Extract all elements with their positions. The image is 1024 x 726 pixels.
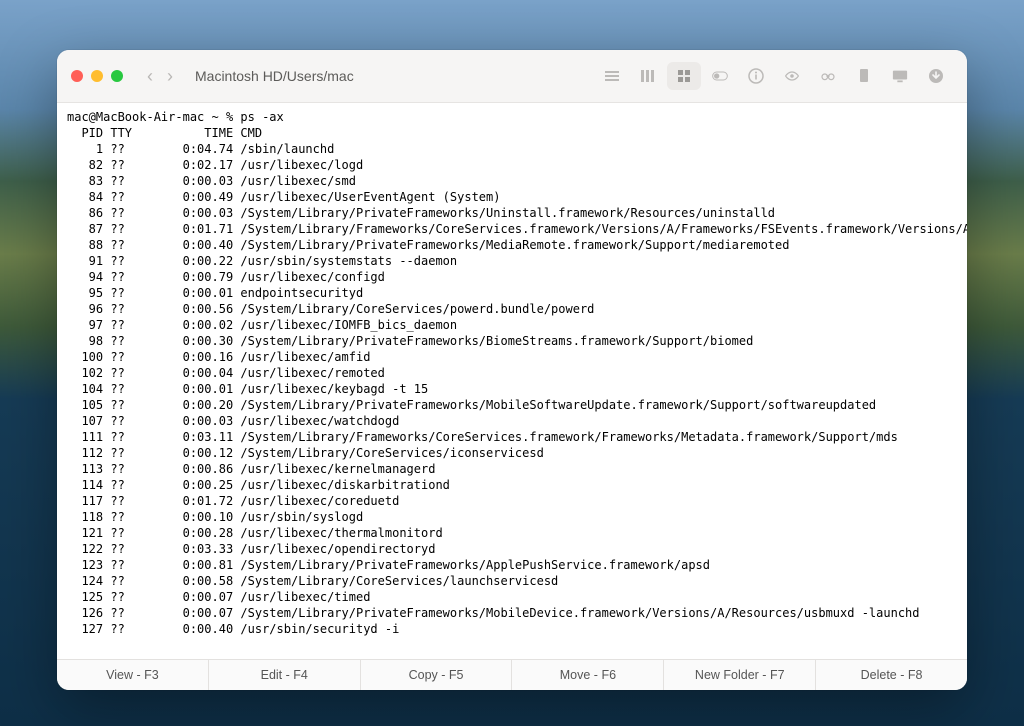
terminal-output[interactable]: mac@MacBook-Air-mac ~ % ps -ax PID TTY T… <box>57 103 967 659</box>
app-window: ‹ › Macintosh HD/Users/mac <box>57 50 967 690</box>
nav-back-button[interactable]: ‹ <box>147 66 153 87</box>
close-button[interactable] <box>71 70 83 82</box>
footer-button-4[interactable]: New Folder - F7 <box>664 660 816 690</box>
path-display: Macintosh HD/Users/mac <box>189 68 585 84</box>
toolbar <box>595 62 953 90</box>
view-columns-icon[interactable] <box>631 62 665 90</box>
titlebar: ‹ › Macintosh HD/Users/mac <box>57 50 967 103</box>
footer-button-1[interactable]: Edit - F4 <box>209 660 361 690</box>
info-icon[interactable] <box>739 62 773 90</box>
footer-button-2[interactable]: Copy - F5 <box>361 660 513 690</box>
window-controls <box>71 70 123 82</box>
view-grid-icon[interactable] <box>667 62 701 90</box>
toggle-icon[interactable] <box>703 62 737 90</box>
view-list-icon[interactable] <box>595 62 629 90</box>
minimize-button[interactable] <box>91 70 103 82</box>
binoculars-icon[interactable] <box>811 62 845 90</box>
zoom-button[interactable] <box>111 70 123 82</box>
footer-button-0[interactable]: View - F3 <box>57 660 209 690</box>
tag-icon[interactable] <box>847 62 881 90</box>
footer-button-5[interactable]: Delete - F8 <box>816 660 967 690</box>
footer-button-3[interactable]: Move - F6 <box>512 660 664 690</box>
eye-icon[interactable] <box>775 62 809 90</box>
download-icon[interactable] <box>919 62 953 90</box>
monitor-icon[interactable] <box>883 62 917 90</box>
footer-bar: View - F3Edit - F4Copy - F5Move - F6New … <box>57 659 967 690</box>
nav-arrows: ‹ › <box>141 66 179 87</box>
nav-forward-button[interactable]: › <box>167 66 173 87</box>
